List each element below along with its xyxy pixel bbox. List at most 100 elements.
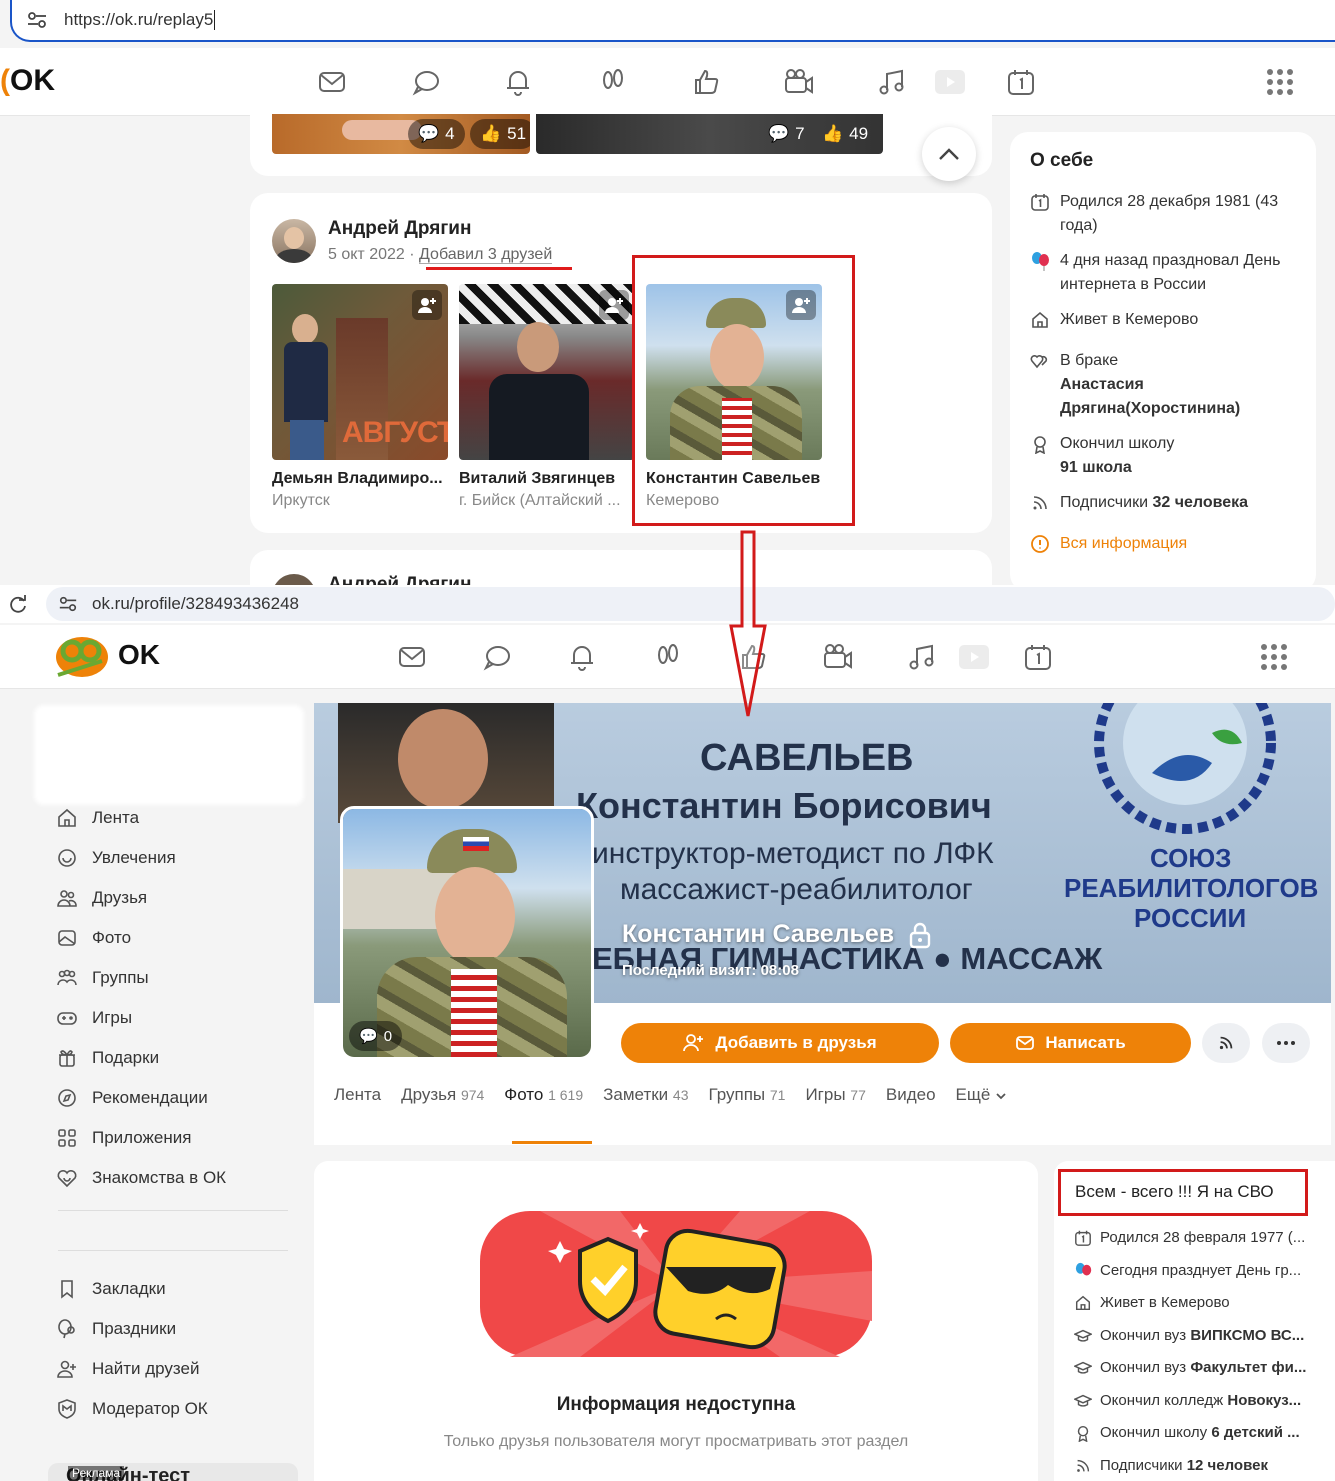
url-text: ok.ru/profile/328493436248 xyxy=(92,594,299,613)
school-link[interactable]: 6 детский ... xyxy=(1211,1424,1299,1441)
tab-friends[interactable]: Друзья 974 xyxy=(401,1085,484,1105)
sidebar-item-hobbies[interactable]: Увлечения xyxy=(56,843,176,873)
post-action-link[interactable]: Добавил 3 друзей xyxy=(419,246,553,264)
bottom-screenshot: ok.ru/profile/328493436248 OK Лента Увле… xyxy=(0,585,1335,1481)
education-link[interactable]: Факультет фи... xyxy=(1190,1359,1306,1376)
sidebar-item-dating[interactable]: Знакомства в ОК xyxy=(56,1163,226,1193)
ad-banner[interactable]: Онлайн-тест Реклама xyxy=(48,1463,298,1481)
education-link[interactable]: Новокуз... xyxy=(1227,1392,1301,1409)
ok-logo-mascot-icon[interactable] xyxy=(52,631,112,681)
notifications-icon[interactable] xyxy=(566,641,598,673)
sidebar-item-moderator[interactable]: Модератор ОК xyxy=(56,1394,208,1424)
apps-icon xyxy=(58,1129,76,1147)
tab-feed[interactable]: Лента xyxy=(334,1085,381,1105)
info-school: Окончил школу 6 детский ... xyxy=(1074,1424,1314,1446)
ok-logo-text[interactable]: OK xyxy=(118,639,160,671)
sidebar-item-friends[interactable]: Друзья xyxy=(56,883,147,913)
all-info-link[interactable]: Вся информация xyxy=(1030,532,1296,562)
post-author-name[interactable]: Андрей Дрягин xyxy=(328,574,471,585)
sidebar-item-bookmarks[interactable]: Закладки xyxy=(56,1274,166,1304)
about-subscribers[interactable]: Подписчики 32 человека xyxy=(1030,491,1296,521)
post-author-name[interactable]: Андрей Дрягин xyxy=(328,218,471,240)
friend-photo[interactable] xyxy=(459,284,635,460)
music-icon[interactable] xyxy=(876,66,908,98)
sidebar-item-apps[interactable]: Приложения xyxy=(56,1123,191,1153)
messages-icon[interactable] xyxy=(396,641,428,673)
music-icon[interactable] xyxy=(906,641,938,673)
address-bar[interactable]: ok.ru/profile/328493436248 xyxy=(0,585,1335,623)
info-education: Окончил вуз ВИПКСМО ВС... xyxy=(1073,1327,1314,1349)
video-icon[interactable] xyxy=(783,66,815,98)
address-bar[interactable]: https://ok.ru/replay5 xyxy=(10,0,1335,42)
add-friend-icon[interactable] xyxy=(599,290,629,320)
tab-more[interactable]: Ещё xyxy=(956,1085,1008,1105)
spouse-link[interactable]: Анастасия Дрягина(Хоростинина) xyxy=(1060,376,1240,417)
comments-pill[interactable]: 💬 4 xyxy=(408,119,465,149)
sidebar-item-holidays[interactable]: Праздники xyxy=(56,1314,176,1344)
video-icon[interactable] xyxy=(822,641,854,673)
ok-logo[interactable]: (OK xyxy=(0,64,55,98)
add-friend-button[interactable]: Добавить в друзья xyxy=(621,1023,939,1063)
sidebar-divider xyxy=(58,1210,288,1211)
url-field[interactable]: ok.ru/profile/328493436248 xyxy=(46,587,1335,621)
more-options-button[interactable] xyxy=(1262,1023,1310,1063)
balloon-icon xyxy=(58,1319,75,1339)
info-subscribers[interactable]: Подписчики 12 человек xyxy=(1074,1457,1314,1479)
author-avatar[interactable] xyxy=(272,574,316,585)
notifications-icon[interactable] xyxy=(502,66,534,98)
scroll-to-top-button[interactable] xyxy=(922,127,976,181)
comment-icon: 💬 xyxy=(418,124,440,143)
previous-post-photo[interactable]: 💬 7 👍 49 xyxy=(536,114,883,154)
photo-comments-pill[interactable]: 💬 0 xyxy=(349,1021,403,1051)
comments-pill[interactable]: 💬 7 xyxy=(758,119,815,149)
profile-photo[interactable]: 💬 0 xyxy=(340,806,594,1060)
guests-icon[interactable] xyxy=(652,641,684,673)
sidebar-item-games[interactable]: Игры xyxy=(56,1003,132,1033)
groups-icon xyxy=(57,969,77,986)
info-education: Окончил вуз Факультет фи... xyxy=(1073,1359,1314,1381)
sidebar-item-recommendations[interactable]: Рекомендации xyxy=(56,1083,208,1113)
calendar-icon[interactable] xyxy=(1022,641,1054,673)
likes-pill[interactable]: 👍 49 xyxy=(812,119,878,149)
tab-notes[interactable]: Заметки 43 xyxy=(603,1085,688,1105)
write-message-button[interactable]: Написать xyxy=(950,1023,1191,1063)
sidebar-item-groups[interactable]: Группы xyxy=(56,963,149,993)
tab-groups[interactable]: Группы 71 xyxy=(708,1085,785,1105)
tab-video[interactable]: Видео xyxy=(886,1085,936,1105)
sidebar-item-find-friends[interactable]: Найти друзей xyxy=(56,1354,199,1384)
site-settings-icon[interactable] xyxy=(58,594,78,614)
profile-info-panel: Всем - всего !!! Я на СВО Родился 28 фев… xyxy=(1054,1161,1335,1481)
education-link[interactable]: ВИПКСМО ВС... xyxy=(1190,1327,1304,1344)
friend-card[interactable]: Виталий Звягинцев г. Бийск (Алтайский ..… xyxy=(459,284,635,510)
live-video-icon[interactable] xyxy=(958,641,990,673)
events-like-icon[interactable] xyxy=(690,66,722,98)
tab-photos[interactable]: Фото 1 619 xyxy=(504,1085,583,1105)
about-birthday: Родился 28 декабря 1981 (43 года) xyxy=(1030,190,1296,238)
sidebar-item-feed[interactable]: Лента xyxy=(56,803,139,833)
live-video-icon[interactable] xyxy=(934,66,966,98)
add-friend-icon[interactable] xyxy=(412,290,442,320)
guests-icon[interactable] xyxy=(597,66,629,98)
site-settings-icon[interactable] xyxy=(26,9,48,31)
reload-icon[interactable] xyxy=(4,593,32,615)
annotation-highlight-box xyxy=(632,255,855,526)
friend-card[interactable]: АВГУСТ Демьян Владимиро... Иркутск xyxy=(272,284,448,510)
previous-post-photo[interactable]: 💬 4 👍 51 xyxy=(272,114,530,154)
subscribe-button[interactable] xyxy=(1202,1023,1250,1063)
friend-photo[interactable]: АВГУСТ xyxy=(272,284,448,460)
sidebar-item-photos[interactable]: Фото xyxy=(56,923,131,953)
calendar-icon[interactable] xyxy=(1005,66,1037,98)
discussions-icon[interactable] xyxy=(410,66,442,98)
tab-games[interactable]: Игры 77 xyxy=(805,1085,865,1105)
friend-name[interactable]: Демьян Владимиро... xyxy=(272,470,448,488)
apps-grid-icon[interactable] xyxy=(1261,644,1287,670)
sidebar-item-gifts[interactable]: Подарки xyxy=(56,1043,159,1073)
friend-name[interactable]: Виталий Звягинцев xyxy=(459,470,635,488)
rss-icon xyxy=(1030,491,1050,521)
author-avatar[interactable] xyxy=(272,219,316,263)
messages-icon[interactable] xyxy=(316,66,348,98)
likes-pill[interactable]: 👍 51 xyxy=(470,119,530,149)
discussions-icon[interactable] xyxy=(481,641,513,673)
apps-grid-icon[interactable] xyxy=(1267,69,1293,95)
school-link[interactable]: 91 школа xyxy=(1060,459,1132,476)
